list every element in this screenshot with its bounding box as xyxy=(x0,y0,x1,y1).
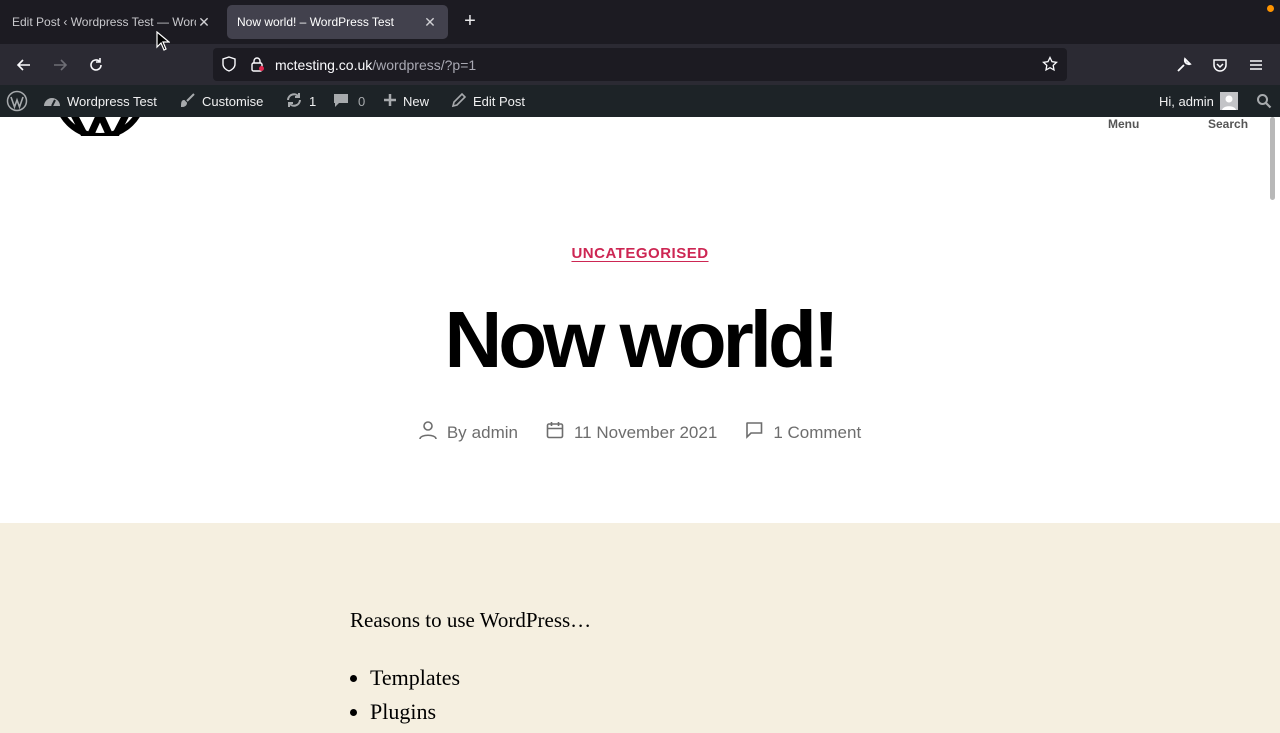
shield-icon[interactable] xyxy=(221,56,237,77)
url-path: /wordpress/?p=1 xyxy=(372,57,477,73)
list-item: Plugins xyxy=(370,699,460,733)
updates-count: 1 xyxy=(309,93,317,109)
browser-tab-now-world[interactable]: Now world! – WordPress Test ✕ xyxy=(227,5,448,39)
new-tab-plus-icon[interactable]: + xyxy=(458,10,482,34)
browser-tab-strip: Edit Post ‹ Wordpress Test — WordPress ✕… xyxy=(0,0,1280,44)
tab-close-icon[interactable]: ✕ xyxy=(422,14,438,31)
new-label: New xyxy=(403,93,430,109)
comment-icon xyxy=(745,421,773,444)
wp-admin-bar: Wordpress Test Customise 1 0 New Edit Po… xyxy=(0,85,1280,117)
notification-dot-icon xyxy=(1267,5,1274,12)
site-logo[interactable] xyxy=(40,117,160,136)
reasons-list: Templates Plugins xyxy=(370,665,460,733)
header-menu-button[interactable]: Menu xyxy=(1108,117,1139,131)
page-content: Menu Search UNCATEGORISED Now world! By … xyxy=(0,117,1280,724)
comments-link[interactable]: 1 Comment xyxy=(773,423,861,443)
edit-post-label: Edit Post xyxy=(473,93,526,109)
greeting-label: Hi, admin xyxy=(1159,93,1214,109)
admin-search-icon[interactable] xyxy=(1256,85,1272,117)
header-search-button[interactable]: Search xyxy=(1208,117,1248,131)
customise-label: Customise xyxy=(202,93,264,109)
post-author: By admin xyxy=(419,420,518,445)
person-icon xyxy=(419,420,447,445)
author-prefix: By xyxy=(446,422,467,442)
back-arrow-icon[interactable] xyxy=(11,52,37,78)
hamburger-menu-icon[interactable] xyxy=(1243,52,1269,78)
reload-icon[interactable] xyxy=(83,52,109,78)
updates-refresh-icon xyxy=(285,92,303,111)
mouse-cursor-icon xyxy=(156,30,171,56)
account-menu[interactable]: Hi, admin xyxy=(1159,85,1238,117)
site-name-link[interactable]: Wordpress Test xyxy=(43,85,157,117)
avatar xyxy=(1219,92,1238,110)
paintbrush-icon xyxy=(180,92,196,111)
dashboard-gauge-icon xyxy=(43,92,61,111)
url-text[interactable]: mctesting.co.uk/wordpress/?p=1 xyxy=(275,57,476,73)
bookmark-star-icon[interactable] xyxy=(1042,55,1058,77)
comments-link[interactable]: 0 xyxy=(332,85,365,117)
list-item: Templates xyxy=(370,665,460,699)
tab-title: Edit Post ‹ Wordpress Test — WordPress xyxy=(12,15,196,29)
forward-arrow-icon[interactable] xyxy=(47,52,73,78)
comments-count: 0 xyxy=(358,93,366,109)
author-link[interactable]: admin xyxy=(472,423,518,443)
url-bar[interactable]: mctesting.co.uk/wordpress/?p=1 xyxy=(213,48,1067,81)
comment-bubble-icon xyxy=(332,92,350,111)
wordpress-logo-icon[interactable] xyxy=(6,85,28,117)
post-title: Now world! xyxy=(444,295,839,384)
customise-link[interactable]: Customise xyxy=(180,85,263,117)
category-link[interactable]: UNCATEGORISED xyxy=(571,245,708,262)
wrench-icon[interactable] xyxy=(1171,52,1197,78)
calendar-icon xyxy=(546,421,574,444)
date-link[interactable]: 11 November 2021 xyxy=(574,423,717,443)
browser-nav-bar: mctesting.co.uk/wordpress/?p=1 xyxy=(0,44,1280,85)
post-body: Reasons to use WordPress… Templates Plug… xyxy=(0,523,1280,724)
tab-title: Now world! – WordPress Test xyxy=(237,15,394,29)
pencil-icon xyxy=(451,92,467,111)
url-host: mctesting.co.uk xyxy=(275,57,373,73)
page-scrollbar[interactable] xyxy=(1270,117,1275,200)
post-meta: By admin 11 November 2021 1 Comment xyxy=(0,420,1280,445)
edit-post-link[interactable]: Edit Post xyxy=(451,85,525,117)
post-comments: 1 Comment xyxy=(745,421,861,444)
tab-close-icon[interactable]: ✕ xyxy=(196,14,212,31)
post-category: UNCATEGORISED xyxy=(0,245,1280,263)
site-name-label: Wordpress Test xyxy=(67,93,157,109)
updates-link[interactable]: 1 xyxy=(285,85,316,117)
post-intro-paragraph: Reasons to use WordPress… xyxy=(350,608,592,632)
lock-icon[interactable] xyxy=(249,56,265,77)
plus-icon xyxy=(383,93,397,110)
pocket-icon[interactable] xyxy=(1207,52,1233,78)
post-date: 11 November 2021 xyxy=(546,421,717,444)
browser-tab-edit-post[interactable]: Edit Post ‹ Wordpress Test — WordPress ✕ xyxy=(2,5,222,39)
new-content-link[interactable]: New xyxy=(383,85,429,117)
